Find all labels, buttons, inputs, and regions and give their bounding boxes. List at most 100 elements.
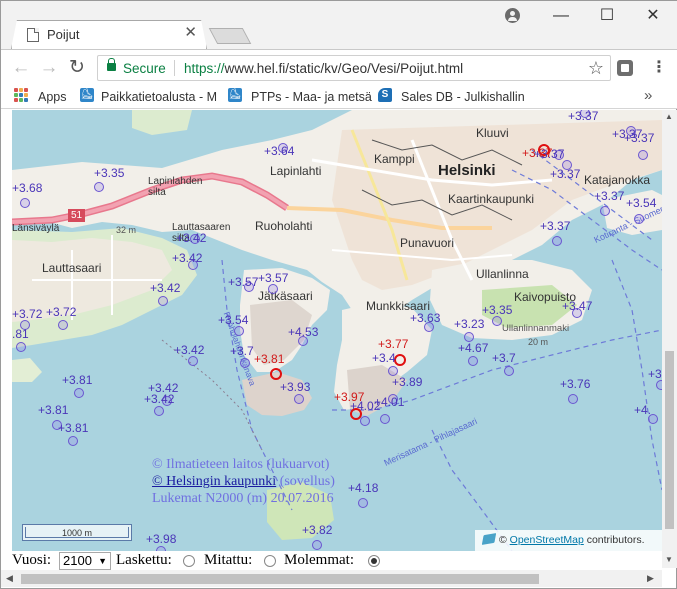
address-bar[interactable]: Secure https://www.hel.fi/static/kv/Geo/… (97, 55, 611, 81)
buoy-marker[interactable] (154, 406, 164, 416)
horizontal-scrollbar[interactable]: ◀ ▶ (1, 570, 662, 587)
bookmark-ptps[interactable]: PTPs - Maa- ja metsä (251, 88, 372, 106)
url-text[interactable]: https://www.hel.fi/static/kv/Geo/Vesi/Po… (184, 61, 463, 76)
buoy-value-label: +3.54 (626, 196, 657, 210)
buoy-marker[interactable] (638, 150, 648, 160)
place-label: Ullanlinnanmaki (502, 323, 570, 334)
forward-button[interactable]: → (37, 56, 61, 80)
measured-radio[interactable] (264, 555, 276, 567)
tab-close-icon[interactable]: ✕ (184, 25, 197, 41)
buoy-marker[interactable] (268, 284, 278, 294)
buoy-marker[interactable] (492, 316, 502, 326)
chevron-down-icon: ▼ (98, 556, 107, 566)
map-view[interactable]: Kluuvi Kamppi Helsinki Kaartinkaupunki K… (12, 110, 662, 551)
buoy-marker[interactable] (552, 236, 562, 246)
bookmark-apps[interactable]: Apps (38, 88, 67, 106)
buoy-marker[interactable] (16, 342, 26, 352)
buoy-marker[interactable] (568, 394, 578, 404)
tab-poijut[interactable]: Poijut ✕ (11, 20, 207, 49)
buoy-value-label: +3.72 (46, 305, 77, 319)
scroll-up-icon[interactable]: ▲ (665, 112, 673, 121)
buoy-marker[interactable] (380, 414, 390, 424)
calculated-radio[interactable] (183, 555, 195, 567)
place-label: Kluuvi (476, 126, 509, 140)
helsinki-link[interactable]: © Helsingin kaupunki (152, 474, 276, 489)
scroll-down-icon[interactable]: ▼ (665, 555, 673, 564)
data-attribution: © Ilmatieteen laitos (lukuarvot) © Helsi… (152, 456, 335, 507)
page-icon (27, 28, 39, 42)
buoy-value-label: +3.57 (258, 271, 289, 285)
profile-icon[interactable] (505, 8, 520, 23)
bookmarks-overflow-icon[interactable]: » (644, 87, 652, 104)
new-tab-button[interactable] (208, 28, 252, 44)
buoy-marker[interactable] (74, 388, 84, 398)
back-button[interactable]: ← (9, 56, 33, 80)
year-select[interactable]: 2100 ▼ (59, 552, 111, 570)
buoy-value-label: +3.77 (378, 337, 409, 351)
scale-label: 1000 m (25, 527, 129, 538)
buoy-value-label: +3.89 (392, 375, 423, 389)
place-label: Länsiväylä (12, 223, 60, 234)
extension-icon[interactable] (617, 60, 633, 76)
buoy-marker[interactable] (358, 498, 368, 508)
buoy-value-label: +3.37 (594, 189, 625, 203)
attribution-city: © Helsingin kaupunki (sovellus) (152, 474, 335, 489)
vertical-scroll-thumb[interactable] (665, 351, 674, 529)
buoy-marker[interactable] (504, 366, 514, 376)
buoy-marker[interactable] (468, 356, 478, 366)
buoy-marker[interactable] (188, 356, 198, 366)
attribution-fmi: © Ilmatieteen laitos (lukuarvot) (152, 457, 330, 472)
maximize-button[interactable]: ☐ (595, 6, 619, 26)
layers-icon[interactable] (481, 533, 497, 545)
buoy-value-label: +3.42 (172, 251, 203, 265)
buoy-value-label: +3.93 (280, 380, 311, 394)
horizontal-scroll-thumb[interactable] (21, 574, 539, 584)
helsinki-icon: ⛸ (228, 88, 242, 102)
minimize-button[interactable]: — (549, 6, 573, 26)
close-window-button[interactable]: ✕ (641, 6, 665, 26)
western-islet (12, 358, 42, 382)
buoy-value-label: .81 (12, 327, 29, 341)
buoy-value-label: +3.81 (62, 373, 93, 387)
place-label: Jätkäsaari (258, 289, 313, 303)
buoy-marker[interactable] (158, 296, 168, 306)
buoy-marker[interactable] (234, 326, 244, 336)
bookmark-paikkatietoalusta[interactable]: Paikkatietoalusta - M (101, 88, 217, 106)
buoy-marker[interactable] (634, 214, 644, 224)
controls-row: Vuosi: 2100 ▼ Laskettu: Mitattu: Molemma… (12, 551, 662, 570)
buoy-value-label: +3.54 (218, 313, 249, 327)
buoy-marker[interactable] (20, 198, 30, 208)
buoy-marker[interactable] (360, 416, 370, 426)
buoy-marker[interactable] (94, 182, 104, 192)
buoy-marker[interactable] (68, 436, 78, 446)
secure-label[interactable]: Secure (123, 61, 166, 76)
measured-buoy-marker[interactable] (270, 368, 282, 380)
buoy-value-label: +3.7 (230, 344, 254, 358)
buoy-marker[interactable] (58, 320, 68, 330)
buoy-value-label: +3.7 (492, 351, 516, 365)
both-radio[interactable] (368, 555, 380, 567)
apps-grid-icon[interactable] (14, 88, 28, 102)
place-label: Punavuori (400, 236, 455, 250)
buoy-marker[interactable] (600, 206, 610, 216)
place-label: Lapinlahden silta (148, 176, 203, 198)
buoy-value-label: +3.37 (568, 110, 599, 123)
year-value: 2100 (63, 553, 92, 568)
buoy-marker[interactable] (312, 540, 322, 550)
bookmark-sales-db[interactable]: Sales DB - Julkishallin (401, 88, 525, 106)
scroll-right-icon[interactable]: ▶ (647, 573, 654, 584)
chrome-menu-icon[interactable]: ⋮ (651, 56, 667, 80)
calculated-label: Laskettu: (116, 552, 172, 568)
buoy-marker[interactable] (294, 394, 304, 404)
buoy-value-label: +3.72 (12, 307, 43, 321)
buoy-marker[interactable] (240, 358, 250, 368)
osm-link[interactable]: OpenStreetMap (510, 534, 584, 546)
vertical-scrollbar[interactable]: ▲ ▼ (662, 110, 677, 568)
scroll-left-icon[interactable]: ◀ (6, 573, 13, 584)
lock-icon[interactable] (107, 58, 116, 71)
buoy-value-label: +3.42 (144, 392, 175, 406)
reload-button[interactable]: ↻ (65, 56, 89, 80)
sharepoint-icon: S (378, 88, 392, 102)
buoy-value-label: +3.64 (264, 144, 295, 158)
bookmark-star-icon[interactable]: ☆ (588, 58, 604, 78)
